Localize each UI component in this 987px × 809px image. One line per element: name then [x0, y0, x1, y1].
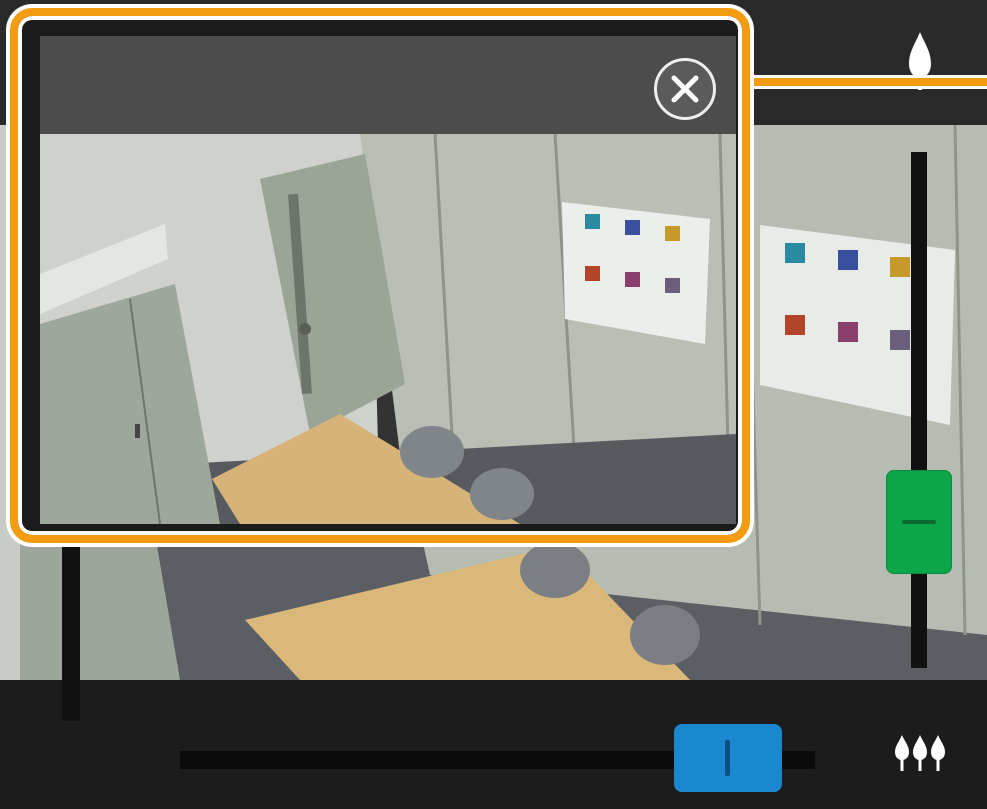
popup-camera-view: [40, 134, 736, 524]
minus-grip-icon: [902, 520, 936, 524]
triple-drop-icon[interactable]: [893, 733, 947, 777]
callout-connector-line: [748, 75, 987, 89]
vertical-slider-track[interactable]: [911, 152, 927, 668]
close-button[interactable]: [654, 58, 716, 120]
enlarged-camera-popup: [10, 8, 750, 543]
left-divider-bar: [62, 514, 80, 721]
vertical-slider-thumb[interactable]: [886, 470, 952, 574]
close-icon: [671, 75, 699, 103]
bar-grip-icon: [725, 740, 730, 776]
bottom-control-bar: [0, 680, 987, 809]
horizontal-slider-thumb[interactable]: [674, 724, 782, 792]
popup-header-bar: [40, 36, 736, 134]
